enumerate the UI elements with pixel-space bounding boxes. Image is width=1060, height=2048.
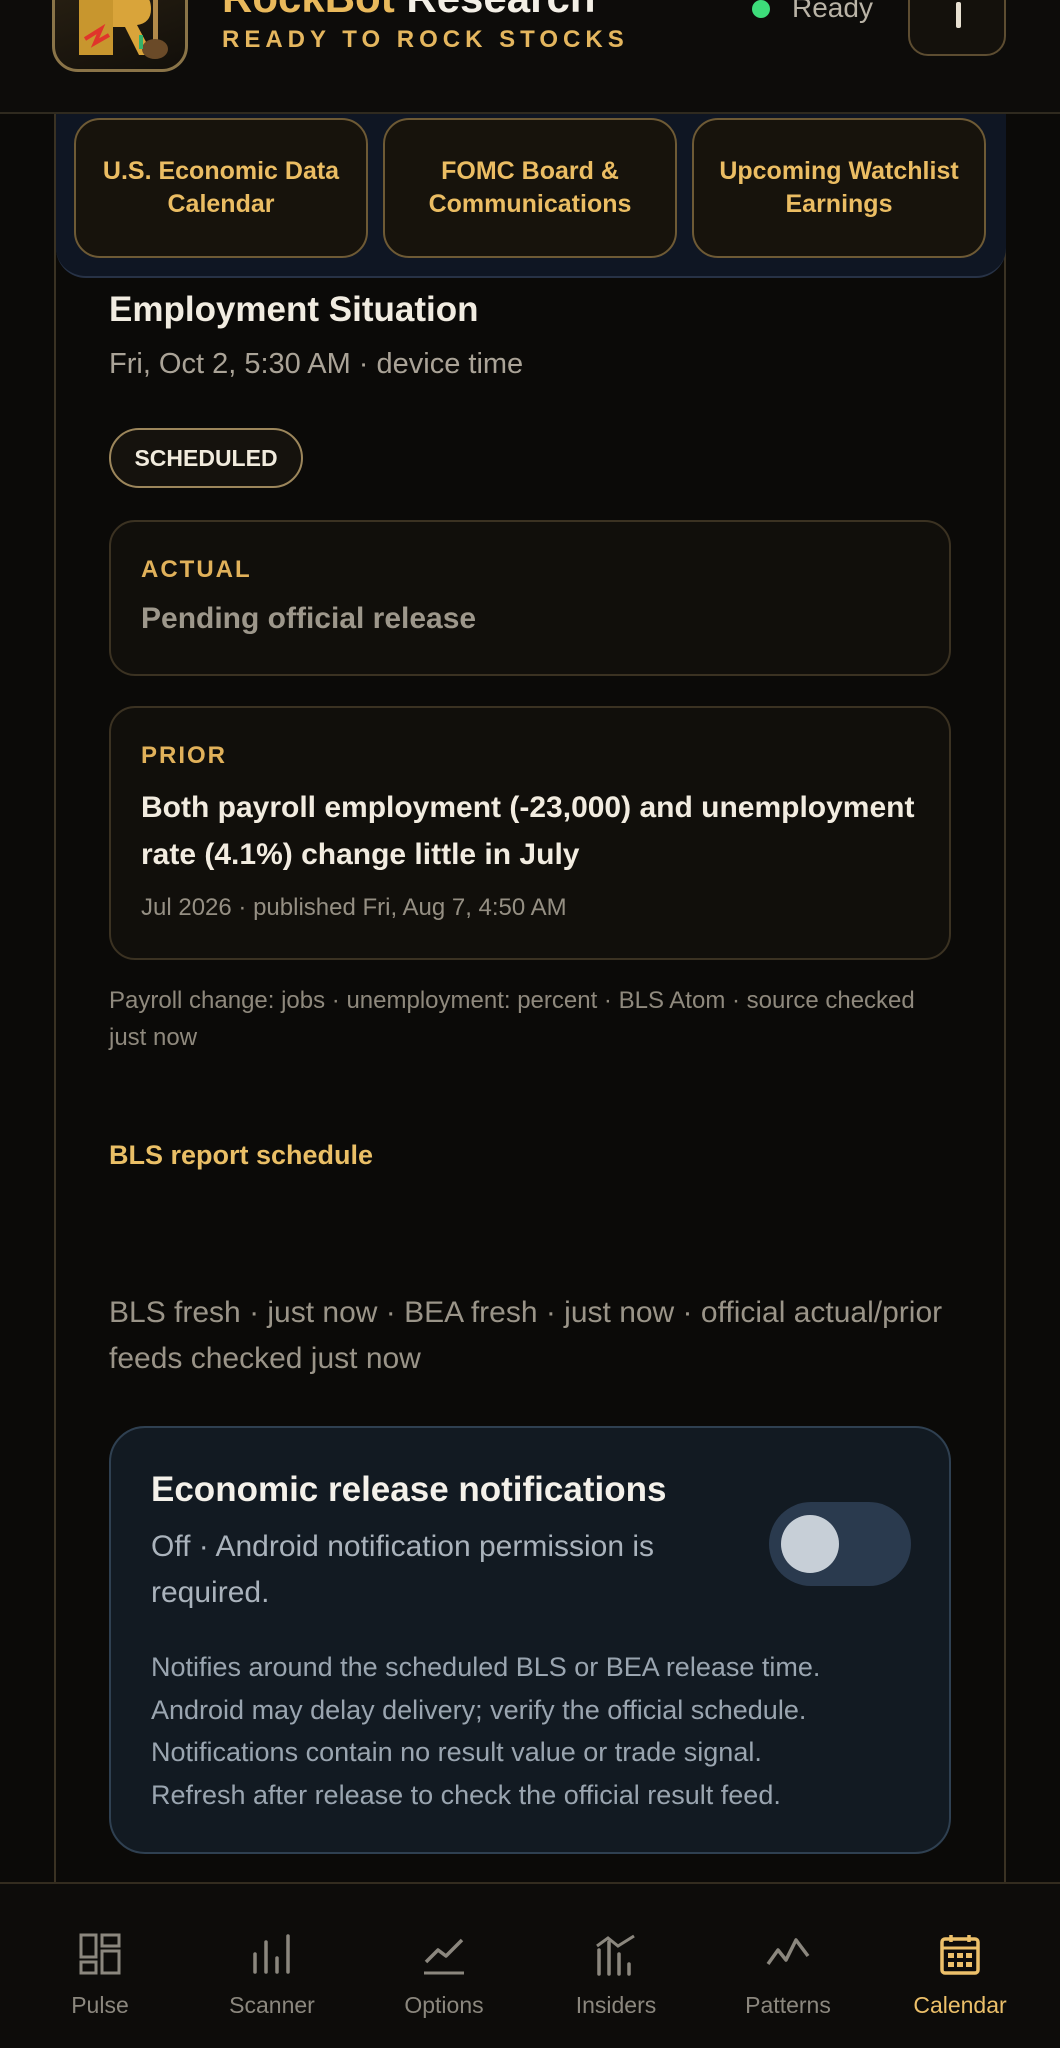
nav-label: Calendar [913,1992,1007,2018]
status-badge: SCHEDULED [109,428,303,488]
nav-label: Insiders [575,1992,657,2018]
calendar-icon [940,1935,980,1975]
insider-chart-icon [596,1934,635,1976]
prior-label: PRIOR [141,742,228,769]
app-header: RockBot Research READY TO ROCK STOCKS Re… [0,0,1060,114]
more-menu-button[interactable] [908,0,1006,56]
economic-calendar-button[interactable]: U.S. Economic Data Calendar [74,118,368,258]
app-logo[interactable] [52,0,188,72]
status-text: Ready [792,0,873,23]
notifications-description: Notifies around the scheduled BLS or BEA… [151,1646,931,1816]
actual-card: ACTUAL Pending official release [109,520,951,676]
units-note: Payroll change: jobs · unemployment: per… [109,987,915,1051]
notifications-line: Refresh after release to check the offic… [151,1779,781,1810]
actual-value: Pending official release [141,602,477,635]
app-screen: RockBot Research READY TO ROCK STOCKS Re… [0,0,1060,2048]
toggle-knob [781,1515,839,1573]
line-chart-icon [424,1938,464,1975]
content-border-right [1004,114,1006,1884]
nav-label: Pulse [71,1992,129,2018]
nav-insiders[interactable]: Insiders [530,1884,702,2048]
notifications-status: Off · Android notification permission is… [151,1530,655,1609]
nav-label: Scanner [229,1992,315,2018]
bls-schedule-link[interactable]: BLS report schedule [109,1140,373,1171]
app-tagline: READY TO ROCK STOCKS [222,26,629,53]
notifications-card: Economic release notifications Off · And… [109,1426,951,1854]
notifications-toggle[interactable] [769,1502,911,1586]
prior-card: PRIOR Both payroll employment (-23,000) … [109,706,951,960]
watchlist-earnings-button[interactable]: Upcoming Watchlist Earnings [692,118,986,258]
actual-label: ACTUAL [141,556,252,583]
prior-meta: Jul 2026 · published Fri, Aug 7, 4:50 AM [141,894,567,921]
nav-label: Patterns [745,1992,831,2018]
nav-calendar[interactable]: Calendar [874,1884,1046,2048]
nav-label: Options [404,1992,484,2018]
nav-scanner[interactable]: Scanner [186,1884,358,2048]
dashboard-icon [79,1933,121,1975]
app-title: RockBot Research [222,0,595,21]
content-border-left [54,114,56,1884]
pattern-icon [766,1938,810,1966]
nav-options[interactable]: Options [358,1884,530,2048]
status-dot-icon [752,0,770,18]
bottom-navigation: Pulse Scanner Options Insiders Patterns … [0,1882,1060,2048]
nav-patterns[interactable]: Patterns [702,1884,874,2048]
notifications-line: Android may delay delivery; verify the o… [151,1694,807,1725]
fomc-board-button[interactable]: FOMC Board & Communications [383,118,677,258]
nav-pulse[interactable]: Pulse [14,1884,186,2048]
event-title: Employment Situation [109,290,479,329]
feed-freshness: BLS fresh · just now · BEA fresh · just … [109,1296,943,1375]
notifications-line: Notifications contain no result value or… [151,1737,762,1767]
notifications-line: Notifies around the scheduled BLS or BEA… [151,1652,821,1682]
prior-headline: Both payroll employment (-23,000) and un… [141,791,915,871]
event-time: Fri, Oct 2, 5:30 AM · device time [109,348,524,380]
bar-chart-icon [253,1934,290,1974]
notifications-title: Economic release notifications [151,1470,667,1509]
